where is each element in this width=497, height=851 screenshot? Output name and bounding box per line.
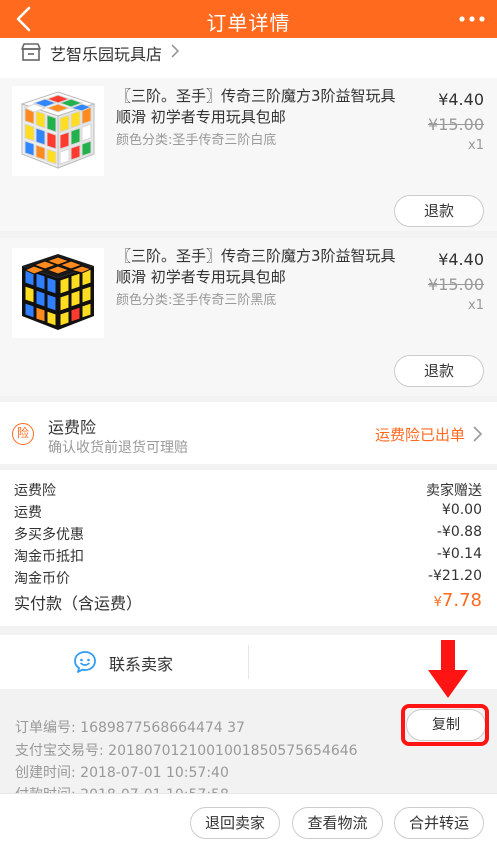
product-title[interactable]: 〖三阶。圣手〗传奇三阶魔方3阶益智玩具顺滑 初学者专用玩具包邮: [116, 86, 401, 128]
fee-label: 淘金币抵扣: [14, 549, 84, 565]
bottom-action-bar: 退回卖家 查看物流 合并转运: [0, 793, 497, 851]
fee-value: -¥0.88: [436, 524, 482, 540]
down-arrow-icon: [428, 640, 468, 698]
created-time: 创建时间: 2018-07-01 10:57:40: [15, 765, 229, 781]
insurance-icon: 险: [12, 423, 34, 445]
shop-icon: [21, 43, 41, 61]
order-detail-screen: { "header": { "title": "订单详情", "back_ico…: [0, 0, 497, 851]
fee-row: 运费险 卖家赠送: [14, 480, 482, 502]
product-image-black-cube[interactable]: [12, 248, 104, 338]
fee-row: 淘金币抵扣 -¥0.14: [14, 546, 482, 568]
chevron-right-icon: [171, 44, 180, 58]
chevron-right-icon: [473, 426, 483, 442]
contact-seller-bar: 联系卖家: [0, 635, 497, 689]
insurance-desc: 确认收货前退货可理赔: [48, 440, 188, 456]
alipay-trade-number: 支付宝交易号: 2018070121001001850575654646: [15, 743, 358, 759]
store-name: 艺智乐园玩具店: [50, 45, 163, 64]
product-original-price: ¥15.00: [428, 115, 484, 134]
paid-amount: 7.78: [441, 590, 482, 611]
merge-transfer-button[interactable]: 合并转运: [394, 807, 484, 839]
product-sku: 颜色分类:圣手传奇三阶白底: [116, 133, 277, 148]
view-logistics-button[interactable]: 查看物流: [292, 807, 383, 839]
product-sku: 颜色分类:圣手传奇三阶黑底: [116, 293, 277, 308]
cube-white-image: [20, 91, 96, 169]
highlight-box: [401, 704, 489, 746]
cube-black-image: [22, 254, 94, 330]
fee-row: 淘金币价 -¥21.20: [14, 568, 482, 590]
return-to-seller-button[interactable]: 退回卖家: [190, 807, 280, 839]
fee-value: -¥0.14: [436, 546, 482, 562]
order-number: 订单编号: 1689877568664474 37: [15, 720, 245, 736]
fee-label: 运费险: [14, 483, 56, 499]
product-image-white-cube[interactable]: [12, 86, 104, 176]
product-quantity: x1: [468, 138, 484, 153]
contact-seller-button[interactable]: 联系卖家: [109, 651, 173, 675]
more-dots-icon[interactable]: [455, 4, 489, 34]
chat-bubble-icon[interactable]: [73, 650, 97, 674]
fee-label: 多买多优惠: [14, 527, 84, 543]
paid-value: ¥7.78: [434, 590, 482, 611]
fee-row: 运费 ¥0.00: [14, 502, 482, 524]
fee-row: 多买多优惠 -¥0.88: [14, 524, 482, 546]
shipping-insurance-row[interactable]: 险 运费险 确认收货前退货可理赔 运费险已出单: [0, 402, 497, 464]
insurance-status: 运费险已出单: [374, 426, 465, 444]
paid-amount-row: 实付款（含运费） ¥7.78: [14, 590, 482, 616]
order-item-card: 〖三阶。圣手〗传奇三阶魔方3阶益智玩具顺滑 初学者专用玩具包邮 颜色分类:圣手传…: [0, 78, 497, 231]
fee-label: 运费: [14, 505, 42, 521]
paid-label: 实付款（含运费）: [14, 594, 143, 613]
product-original-price: ¥15.00: [428, 275, 484, 294]
store-row[interactable]: 艺智乐园玩具店: [0, 38, 497, 78]
insurance-title: 运费险: [48, 418, 97, 437]
divider: [248, 645, 249, 679]
paid-currency: ¥: [433, 595, 442, 610]
fee-value: 卖家赠送: [426, 483, 482, 499]
fee-summary: 运费险 卖家赠送 运费 ¥0.00 多买多优惠 -¥0.88 淘金币抵扣 -¥0…: [0, 470, 497, 626]
order-item-card: 〖三阶。圣手〗传奇三阶魔方3阶益智玩具顺滑 初学者专用玩具包邮 颜色分类:圣手传…: [0, 238, 497, 396]
top-nav-bar: 订单详情: [0, 0, 497, 38]
product-title[interactable]: 〖三阶。圣手〗传奇三阶魔方3阶益智玩具顺滑 初学者专用玩具包邮: [116, 246, 401, 288]
product-quantity: x1: [468, 298, 484, 313]
fee-value: -¥21.20: [427, 568, 482, 584]
page-title: 订单详情: [206, 11, 291, 35]
refund-button[interactable]: 退款: [394, 355, 484, 387]
product-price: ¥4.40: [438, 90, 484, 109]
refund-button[interactable]: 退款: [394, 195, 484, 227]
product-price: ¥4.40: [438, 250, 484, 269]
fee-label: 淘金币价: [14, 571, 70, 587]
fee-value: ¥0.00: [441, 502, 482, 518]
